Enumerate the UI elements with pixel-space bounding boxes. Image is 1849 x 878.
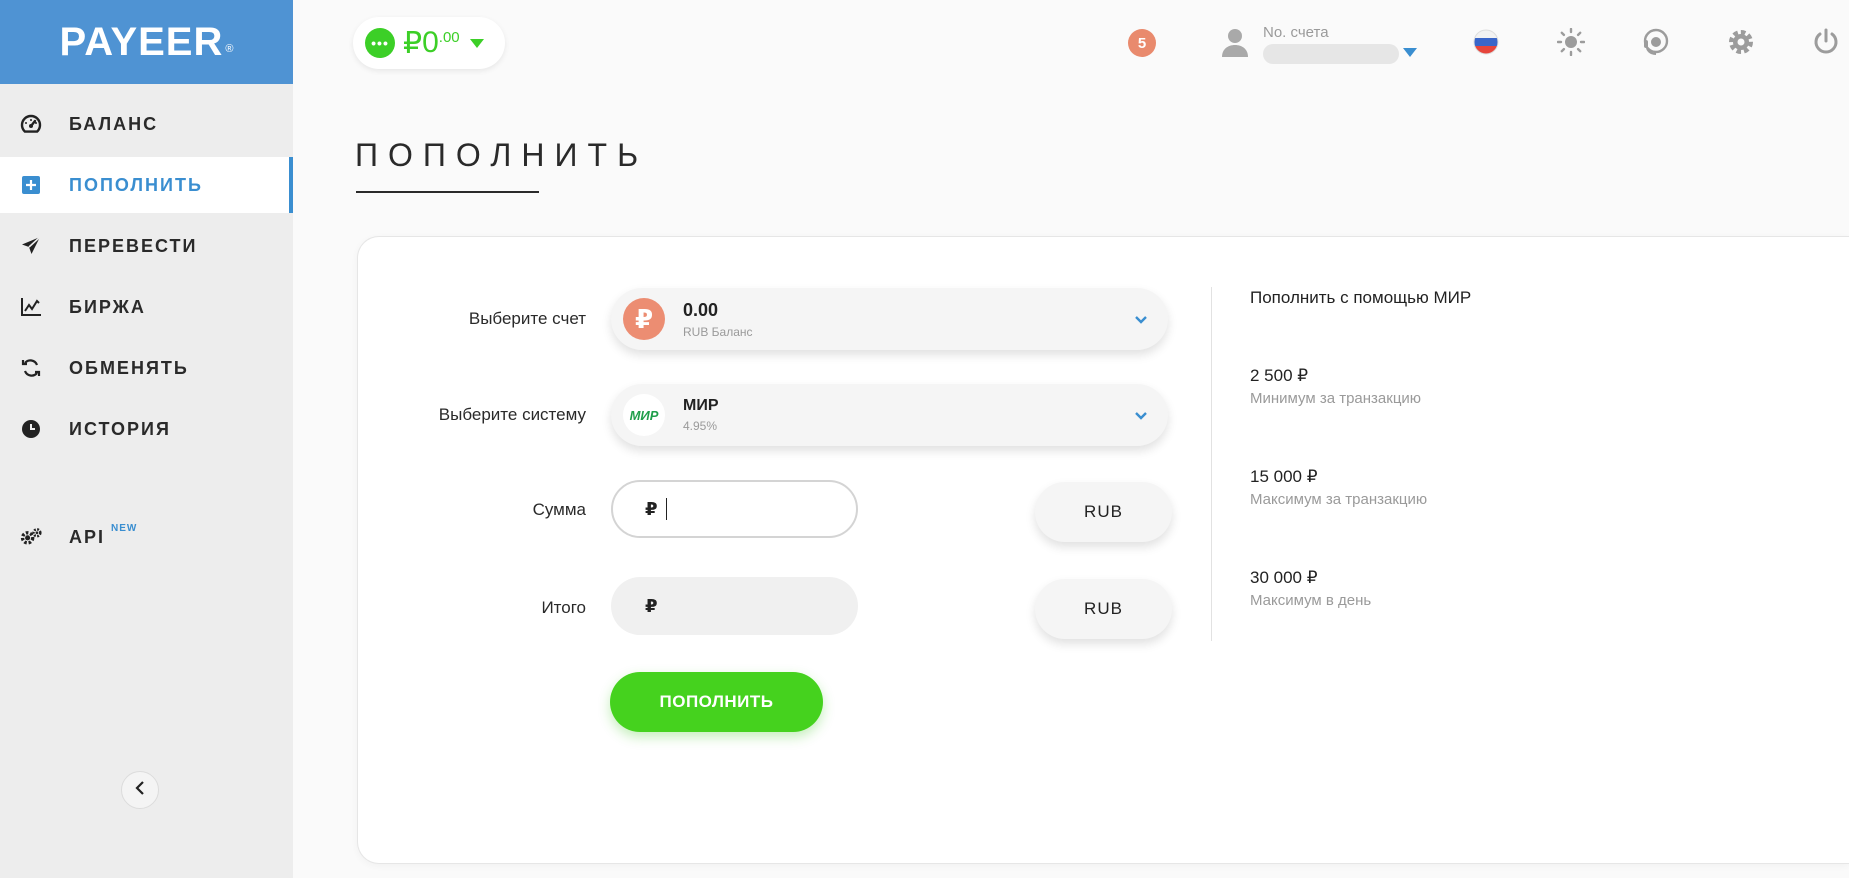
- text-cursor: [665, 498, 667, 520]
- total-label: Итого: [541, 598, 586, 617]
- russia-flag-icon[interactable]: [1471, 27, 1501, 57]
- sidebar-collapse-button[interactable]: [121, 771, 159, 809]
- system-select-text: МИР 4.95%: [683, 397, 719, 433]
- dashboard-icon: [20, 113, 42, 135]
- sidebar-item-label: ПОПОЛНИТЬ: [69, 174, 203, 195]
- account-select-text: 0.00 RUB Баланс: [683, 300, 753, 339]
- clock-icon: [20, 418, 42, 440]
- amount-currency-symbol: ₽: [645, 498, 658, 519]
- limit-max-tx-desc: Максимум за транзакцию: [1250, 491, 1428, 508]
- sidebar-item-swap[interactable]: ОБМЕНЯТЬ: [0, 340, 293, 396]
- account-selector[interactable]: No. счета: [1221, 24, 1417, 64]
- account-select[interactable]: ₽ 0.00 RUB Баланс: [611, 288, 1168, 350]
- account-type: RUB Баланс: [683, 324, 753, 339]
- amount-label: Сумма: [532, 500, 586, 519]
- sidebar-item-label: ИСТОРИЯ: [69, 418, 171, 439]
- sidebar-item-deposit[interactable]: ПОПОЛНИТЬ: [0, 157, 293, 213]
- select-account-label: Выберите счет: [468, 309, 586, 328]
- sidebar-item-api[interactable]: API NEW: [0, 509, 293, 565]
- user-avatar-icon: [1221, 27, 1249, 62]
- balance-currency-symbol: ₽: [403, 26, 423, 60]
- power-icon[interactable]: [1811, 27, 1841, 57]
- balance-integer: 0: [422, 25, 439, 59]
- sun-icon[interactable]: [1556, 27, 1586, 57]
- deposit-submit-button[interactable]: ПОПОЛНИТЬ: [610, 672, 823, 732]
- sidebar-item-balance[interactable]: БАЛАНС: [0, 96, 293, 152]
- plus-square-icon: [20, 174, 42, 196]
- chevron-left-icon: [134, 780, 146, 801]
- title-underline: [356, 191, 539, 193]
- logo-text: PAYEER: [59, 19, 224, 64]
- payeer-logo[interactable]: PAYEER ®: [0, 0, 293, 84]
- info-title: Пополнить с помощью МИР: [1250, 288, 1472, 307]
- chevron-down-icon: [1134, 408, 1148, 426]
- limit-min-desc: Минимум за транзакцию: [1250, 390, 1422, 407]
- exchange-arrows-icon: [20, 357, 42, 379]
- info-divider: [1211, 287, 1212, 641]
- sidebar: PAYEER ® БАЛАНС ПОПОЛНИТЬ ПЕРЕВЕСТИ БИРЖ…: [0, 0, 293, 878]
- caret-down-icon: [469, 35, 484, 53]
- sidebar-item-transfer[interactable]: ПЕРЕВЕСТИ: [0, 218, 293, 274]
- total-field: ₽: [611, 577, 858, 635]
- line-chart-icon: [20, 296, 42, 318]
- system-name: МИР: [683, 397, 719, 414]
- account-number-hidden: [1263, 44, 1399, 64]
- limit-max-day-value: 30 000 ₽: [1250, 568, 1318, 587]
- top-header: ••• ₽0.00 5 No. счета: [293, 0, 1849, 84]
- limit-max-tx-value: 15 000 ₽: [1250, 467, 1318, 486]
- page-title: ПОПОЛНИТЬ: [355, 137, 649, 173]
- sidebar-item-label: БИРЖА: [69, 296, 146, 317]
- chevron-down-icon: [1134, 312, 1148, 330]
- balance-amount: ₽0.00: [403, 26, 460, 61]
- gear-icon[interactable]: [1726, 27, 1756, 57]
- sidebar-item-label: API: [69, 526, 106, 547]
- sidebar-item-exchange-market[interactable]: БИРЖА: [0, 279, 293, 335]
- notifications-badge[interactable]: 5: [1128, 29, 1156, 57]
- payment-system-select[interactable]: МИР МИР 4.95%: [611, 384, 1168, 446]
- total-currency-button[interactable]: RUB: [1035, 579, 1172, 639]
- limit-min-value: 2 500 ₽: [1250, 366, 1309, 385]
- account-info: No. счета: [1263, 24, 1399, 64]
- support-headset-icon[interactable]: [1641, 27, 1671, 57]
- limit-max-day-desc: Максимум в день: [1250, 592, 1372, 609]
- logo-registered-mark: ®: [225, 43, 234, 55]
- sidebar-item-history[interactable]: ИСТОРИЯ: [0, 401, 293, 457]
- gears-icon: [20, 526, 42, 548]
- total-currency-symbol: ₽: [645, 595, 658, 616]
- account-balance: 0.00: [683, 299, 719, 320]
- sidebar-item-label: ПЕРЕВЕСТИ: [69, 235, 198, 256]
- new-badge: NEW: [111, 522, 138, 534]
- balance-dropdown[interactable]: ••• ₽0.00: [353, 17, 505, 69]
- sidebar-item-label: ОБМЕНЯТЬ: [69, 357, 189, 378]
- paper-plane-icon: [20, 235, 42, 257]
- sidebar-nav: БАЛАНС ПОПОЛНИТЬ ПЕРЕВЕСТИ БИРЖА ОБМЕНЯТ…: [0, 96, 293, 565]
- amount-field[interactable]: ₽: [611, 480, 858, 538]
- rub-currency-icon: ₽: [623, 298, 665, 340]
- more-dots-icon: •••: [365, 28, 395, 58]
- amount-input[interactable]: [676, 498, 837, 520]
- sidebar-item-label: БАЛАНС: [69, 113, 159, 134]
- system-fee: 4.95%: [683, 419, 718, 433]
- amount-currency-button[interactable]: RUB: [1035, 482, 1172, 542]
- caret-down-icon: [1403, 44, 1417, 62]
- balance-decimals: .00: [438, 28, 460, 46]
- account-number-label: No. счета: [1263, 24, 1329, 41]
- select-system-label: Выберите систему: [438, 405, 586, 424]
- mir-logo-icon: МИР: [623, 394, 665, 436]
